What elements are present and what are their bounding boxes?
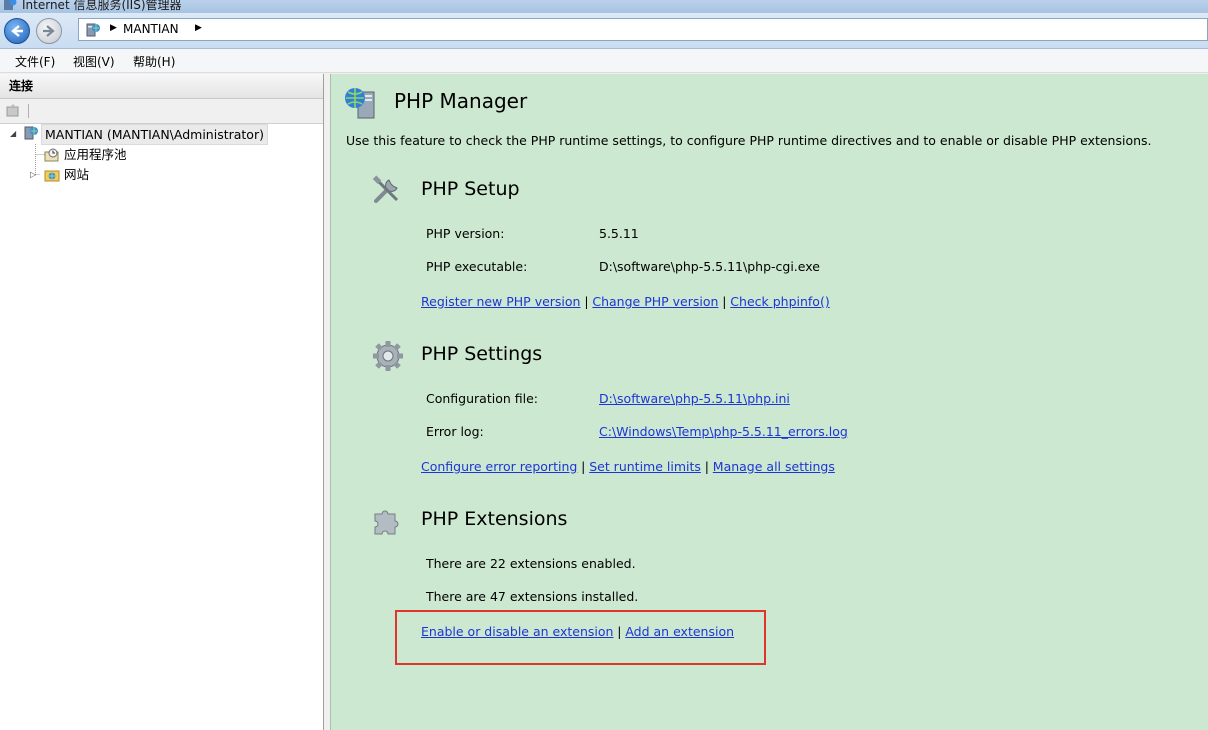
tools-icon [371, 174, 403, 209]
window-title: Internet 信息服务(IIS)管理器 [22, 0, 182, 12]
toolbar-divider [28, 104, 29, 118]
app-pool-icon [44, 147, 60, 168]
title-bar: Internet 信息服务(IIS)管理器 [0, 0, 1208, 13]
expander-expanded-icon[interactable]: ◢ [10, 124, 16, 143]
sites-folder-icon [44, 167, 60, 188]
change-php-version-link[interactable]: Change PHP version [592, 294, 718, 309]
configure-error-reporting-link[interactable]: Configure error reporting [421, 459, 577, 474]
address-field[interactable]: ▶ MANTIAN ▶ [78, 18, 1208, 41]
php-executable-value: D:\software\php-5.5.11\php-cgi.exe [599, 259, 820, 274]
iis-manager-icon [3, 0, 17, 13]
tree-label-app-pools[interactable]: 应用程序池 [64, 145, 127, 164]
expander-collapsed-icon[interactable]: ▷ [30, 165, 36, 184]
arrow-right-icon [43, 25, 55, 37]
manage-all-settings-link[interactable]: Manage all settings [713, 459, 835, 474]
link-separator: | [581, 459, 586, 474]
php-setup-links: Register new PHP version | Change PHP ve… [421, 294, 830, 309]
breadcrumb-arrow-icon[interactable]: ▶ [110, 23, 117, 33]
connections-pane: 连接 ◢ MANTIAN (MANTIAN\Administrator) 应用程… [0, 74, 324, 730]
config-file-label: Configuration file: [426, 391, 538, 406]
tree-label-sites[interactable]: 网站 [64, 165, 89, 184]
check-phpinfo-link[interactable]: Check phpinfo() [730, 294, 829, 309]
error-log-link[interactable]: C:\Windows\Temp\php-5.5.11_errors.log [599, 424, 848, 439]
link-separator: | [722, 294, 727, 309]
php-manager-icon [343, 86, 379, 123]
php-version-value: 5.5.11 [599, 226, 639, 241]
server-icon [85, 22, 101, 41]
php-settings-links: Configure error reporting | Set runtime … [421, 459, 835, 474]
arrow-left-icon [11, 25, 23, 37]
connect-icon[interactable] [6, 104, 20, 121]
gear-icon [371, 339, 405, 376]
set-runtime-limits-link[interactable]: Set runtime limits [589, 459, 701, 474]
php-settings-heading: PHP Settings [421, 343, 543, 365]
php-executable-label: PHP executable: [426, 259, 528, 274]
menu-help[interactable]: 帮助(H) [133, 53, 175, 70]
php-version-label: PHP version: [426, 226, 505, 241]
back-button[interactable] [4, 18, 30, 44]
php-manager-content: PHP Manager Use this feature to check th… [330, 74, 1208, 730]
register-php-version-link[interactable]: Register new PHP version [421, 294, 580, 309]
page-title: PHP Manager [394, 89, 528, 113]
php-extensions-heading: PHP Extensions [421, 508, 568, 530]
puzzle-piece-icon [371, 504, 403, 539]
error-log-label: Error log: [426, 424, 484, 439]
breadcrumb-arrow-icon[interactable]: ▶ [195, 23, 202, 33]
address-bar: ▶ MANTIAN ▶ [0, 13, 1208, 49]
link-separator: | [584, 294, 589, 309]
config-file-link[interactable]: D:\software\php-5.5.11\php.ini [599, 391, 790, 406]
menu-file[interactable]: 文件(F) [15, 53, 55, 70]
tree-label-server[interactable]: MANTIAN (MANTIAN\Administrator) [41, 124, 268, 145]
highlight-annotation-box [395, 610, 766, 665]
server-icon [23, 125, 39, 146]
link-separator: | [704, 459, 709, 474]
menu-view[interactable]: 视图(V) [73, 53, 115, 70]
php-setup-heading: PHP Setup [421, 178, 520, 200]
menu-bar: 文件(F) 视图(V) 帮助(H) [0, 49, 1208, 73]
connections-toolbar [0, 99, 323, 124]
extensions-enabled-text: There are 22 extensions enabled. [426, 556, 636, 571]
extensions-installed-text: There are 47 extensions installed. [426, 589, 639, 604]
connections-header: 连接 [0, 74, 323, 99]
breadcrumb-server[interactable]: MANTIAN [123, 22, 179, 36]
forward-button[interactable] [36, 18, 62, 44]
page-description: Use this feature to check the PHP runtim… [346, 133, 1152, 148]
